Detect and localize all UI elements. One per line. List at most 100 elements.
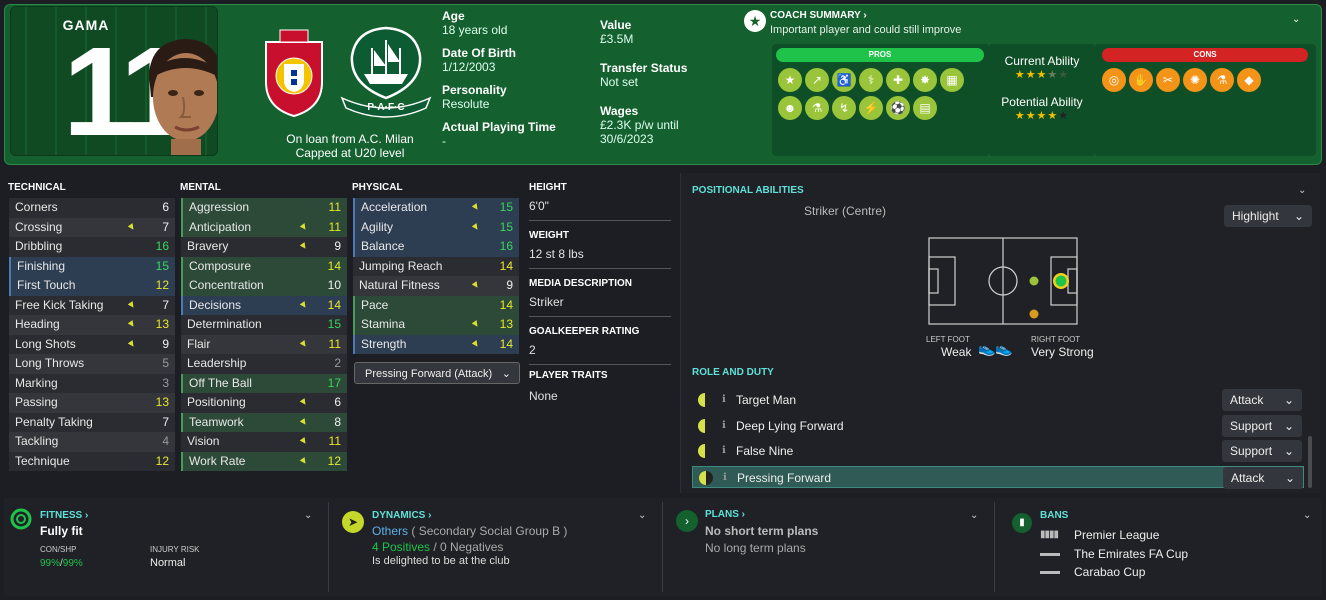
attribute-row[interactable]: Vision ▼ 11	[181, 432, 347, 452]
attribute-row[interactable]: Tackling 4	[9, 432, 175, 452]
attribute-row[interactable]: Penalty Taking 7	[9, 412, 175, 432]
duty-value: Support	[1230, 444, 1273, 458]
burst-icon[interactable]: ✸	[913, 68, 937, 92]
attribute-row[interactable]: Teamwork ▼ 8	[181, 412, 347, 432]
playing-time-label: Actual Playing Time	[442, 120, 556, 134]
flask-icon[interactable]: ⚗	[1210, 68, 1234, 92]
attribute-row[interactable]: Positioning ▼ 6	[181, 393, 347, 413]
attribute-row[interactable]: Leadership 2	[181, 354, 347, 374]
attribute-value: 11	[328, 200, 341, 214]
role-row[interactable]: ℹ Target Man Attack ⌄	[692, 389, 1304, 411]
bottle-icon[interactable]: ⚗	[805, 96, 829, 120]
chevron-down-icon[interactable]: ⌄	[1292, 14, 1300, 25]
highlight-dropdown[interactable]: Highlight ⌄	[1224, 205, 1312, 227]
role-name: Pressing Forward	[737, 470, 832, 485]
divider	[529, 220, 671, 221]
attribute-row[interactable]: Anticipation ▼ 11	[181, 217, 347, 237]
attribute-row[interactable]: Composure 14	[181, 256, 347, 276]
role-row[interactable]: ℹ Pressing Forward Attack ⌄	[692, 465, 1304, 489]
coach-summary-link[interactable]: COACH SUMMARY ›	[770, 10, 867, 21]
duty-dropdown[interactable]: Support ⌄	[1222, 440, 1302, 462]
attribute-row[interactable]: Marking 3	[9, 373, 175, 393]
attribute-row[interactable]: Long Shots ▼ 9	[9, 334, 175, 354]
pitch-diagram	[928, 237, 1078, 325]
attribute-row[interactable]: Concentration 10	[181, 276, 347, 296]
shot-icon[interactable]: ✺	[1183, 68, 1207, 92]
foot-icon[interactable]: ✋	[1129, 68, 1153, 92]
chevron-down-icon[interactable]: ⌄	[1303, 510, 1311, 521]
attribute-row[interactable]: Strength ▼ 14	[353, 334, 519, 354]
attribute-row[interactable]: Corners 6	[9, 198, 175, 218]
tackle-icon[interactable]: ↯	[832, 96, 856, 120]
goal-icon[interactable]: ⚽	[886, 96, 910, 120]
pros-pill: PROS	[776, 48, 984, 62]
attribute-row[interactable]: Decisions ▼ 14	[181, 295, 347, 315]
attribute-row[interactable]: Aggression 11	[181, 198, 347, 218]
player-details: Age 18 years old Date Of Birth 1/12/2003…	[442, 9, 592, 148]
attribute-row[interactable]: Bravery ▼ 9	[181, 237, 347, 257]
social-group-sub: ( Secondary Social Group B )	[411, 524, 568, 538]
duty-dropdown[interactable]: Attack ⌄	[1222, 389, 1302, 411]
attribute-row[interactable]: Balance 16	[353, 237, 519, 257]
trend-icon[interactable]: ↗	[805, 68, 829, 92]
attribute-row[interactable]: Stamina ▼ 13	[353, 315, 519, 335]
role-select-dropdown[interactable]: Pressing Forward (Attack) ⌄	[354, 362, 520, 384]
attribute-row[interactable]: Acceleration ▼ 15	[353, 198, 519, 218]
social-group-name[interactable]: Others	[372, 524, 408, 538]
tag-icon[interactable]: ◆	[1237, 68, 1261, 92]
attribute-row[interactable]: Heading ▼ 13	[9, 315, 175, 335]
role-row[interactable]: ℹ False Nine Support ⌄	[692, 440, 1304, 462]
attribute-row[interactable]: Determination 15	[181, 315, 347, 335]
attribute-row[interactable]: First Touch 12	[9, 276, 175, 296]
head-icon[interactable]: ☻	[778, 96, 802, 120]
chevron-down-icon[interactable]: ⌄	[304, 510, 312, 521]
attribute-row[interactable]: Passing 13	[9, 393, 175, 413]
target-icon[interactable]: ◎	[1102, 68, 1126, 92]
chevron-down-icon[interactable]: ⌄	[970, 510, 978, 521]
attribute-row[interactable]: Flair ▼ 11	[181, 334, 347, 354]
accessibility-icon[interactable]: ♿	[832, 68, 856, 92]
role-row[interactable]: ℹ Deep Lying Forward Support ⌄	[692, 414, 1304, 437]
attribute-row[interactable]: Natural Fitness ▼ 9	[353, 276, 519, 296]
handshake-icon[interactable]: ✚	[886, 68, 910, 92]
pitch-icon[interactable]: ▦	[940, 68, 964, 92]
fitness-link[interactable]: FITNESS ›	[40, 510, 88, 521]
attribute-row[interactable]: Pace 14	[353, 295, 519, 315]
attribute-row[interactable]: Technique 12	[9, 451, 175, 471]
attribute-value: 13	[499, 317, 513, 331]
dynamics-link[interactable]: DYNAMICS ›	[372, 510, 431, 521]
attribute-row[interactable]: Dribbling 16	[9, 237, 175, 257]
chevron-down-icon[interactable]: ⌄	[1298, 185, 1306, 196]
attribute-row[interactable]: Off The Ball 17	[181, 373, 347, 393]
attribute-name: Anticipation	[189, 219, 252, 234]
duty-dropdown[interactable]: Attack ⌄	[1223, 466, 1303, 489]
plans-link[interactable]: PLANS ›	[705, 509, 745, 520]
attribute-row[interactable]: Free Kick Taking ▼ 7	[9, 295, 175, 315]
kick-icon[interactable]: ⚡	[859, 96, 883, 120]
attribute-value: 12	[327, 453, 341, 468]
duty-dropdown[interactable]: Support ⌄	[1222, 414, 1302, 437]
document-icon[interactable]: ▤	[913, 96, 937, 120]
info-icon[interactable]: ℹ	[722, 440, 726, 462]
star-icon[interactable]: ★	[778, 68, 802, 92]
attribute-row[interactable]: Work Rate ▼ 12	[181, 451, 347, 471]
scrollbar[interactable]	[1308, 436, 1312, 488]
attribute-row[interactable]: Finishing 15	[9, 256, 175, 276]
trend-arrow-icon: ▼	[124, 297, 140, 313]
tactics-icon[interactable]: ✂	[1156, 68, 1180, 92]
pros-panel: PROS ★ ↗ ♿ ⚕ ✚ ✸ ▦ ☻ ⚗ ↯ ⚡ ⚽ ▤	[772, 44, 990, 156]
divider	[994, 502, 995, 592]
chevron-down-icon[interactable]: ⌄	[638, 510, 646, 521]
attribute-row[interactable]: Agility ▼ 15	[353, 217, 519, 237]
bone-icon[interactable]: ⚕	[859, 68, 883, 92]
attribute-name: Corners	[15, 200, 58, 214]
info-icon[interactable]: ℹ	[723, 467, 727, 489]
attribute-name: Acceleration	[361, 200, 428, 214]
potential-ability-stars: ★★★★★	[1014, 110, 1070, 122]
info-icon[interactable]: ℹ	[722, 415, 726, 437]
info-icon[interactable]: ℹ	[722, 389, 726, 411]
attribute-row[interactable]: Long Throws 5	[9, 354, 175, 374]
attribute-name: Marking	[15, 375, 58, 390]
attribute-row[interactable]: Crossing ▼ 7	[9, 217, 175, 237]
attribute-row[interactable]: Jumping Reach 14	[353, 256, 519, 276]
